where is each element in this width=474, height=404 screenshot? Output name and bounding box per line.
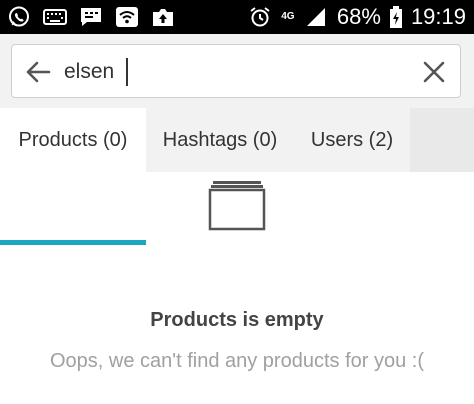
status-bar: 4G 68% 19:19: [0, 0, 474, 34]
arrow-left-icon[interactable]: [22, 56, 54, 88]
empty-state-title: Products is empty: [150, 309, 324, 331]
empty-state-message: Oops, we can't find any products for you…: [49, 350, 424, 372]
message-icon: [78, 5, 104, 29]
battery-charging-icon: [389, 5, 403, 29]
search-input[interactable]: [64, 57, 404, 87]
text-cursor: [126, 58, 128, 86]
signal-icon: [303, 5, 329, 29]
network-type: 4G: [281, 11, 295, 22]
wifi-icon: [114, 5, 140, 29]
tab-products[interactable]: Products (0): [0, 108, 146, 172]
empty-box-icon: [208, 181, 266, 231]
tab-bar: Products (0) Hashtags (0) Users (2): [0, 108, 474, 245]
system-status: 4G 68% 19:19: [247, 0, 466, 34]
search-bar-area: [0, 34, 474, 108]
battery-percent: 68%: [336, 4, 381, 29]
search-box[interactable]: [11, 44, 461, 98]
tab-hashtags[interactable]: Hashtags (0): [146, 108, 294, 172]
tab-users[interactable]: Users (2): [294, 108, 410, 172]
keyboard-icon: [42, 5, 68, 29]
active-tab-indicator: [0, 240, 146, 245]
clock: 19:19: [410, 4, 466, 29]
close-icon[interactable]: [418, 56, 450, 88]
tab-bar-spacer: [410, 108, 474, 172]
alarm-icon: [247, 5, 273, 29]
whatsapp-icon: [6, 5, 32, 29]
photo-upload-icon: [150, 5, 176, 29]
notification-icons: [6, 5, 176, 29]
